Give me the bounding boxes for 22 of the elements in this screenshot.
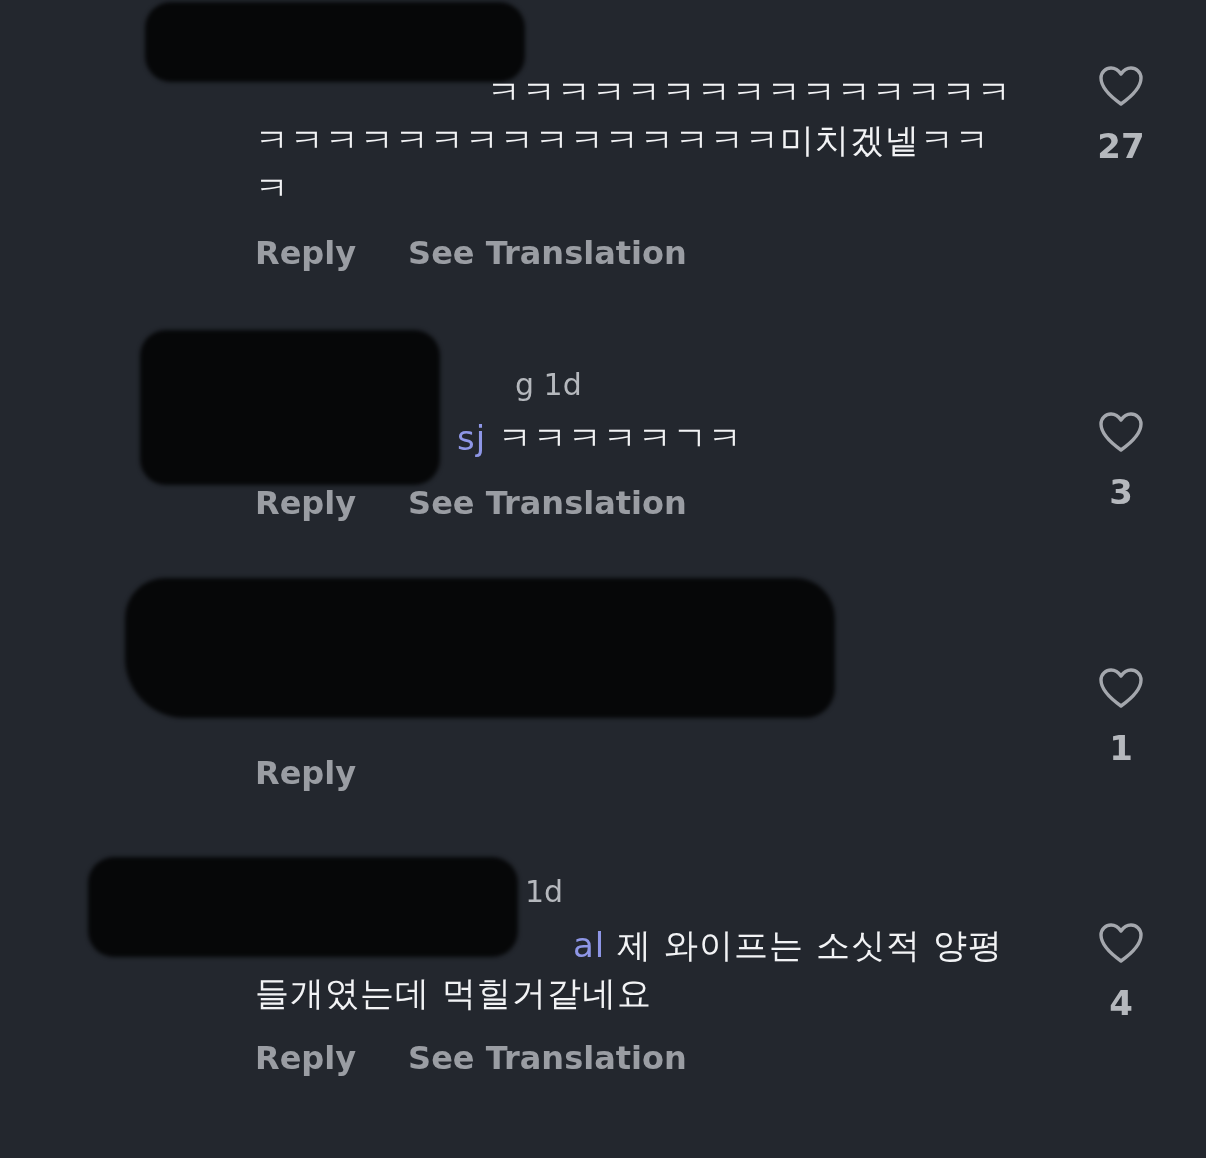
reply-button[interactable]: Reply	[255, 1039, 357, 1077]
comment-text: ㅋㅋㅋㅋㅋㅋㅋㅋㅋㅋㅋㅋㅋㅋㅋㅋㅋㅋㅋㅋㅋㅋㅋㅋㅋㅋㅋㅋㅋㅋ미치겠넽ㅋㅋㅋ	[255, 71, 1013, 210]
translation-button[interactable]: See Translation	[408, 484, 687, 522]
heart-icon[interactable]	[1097, 666, 1145, 710]
heart-icon[interactable]	[1097, 410, 1145, 454]
timestamp: 1d	[525, 873, 564, 909]
like-count: 1	[1109, 728, 1133, 768]
translation-button[interactable]: See Translation	[408, 1039, 687, 1077]
reply-button[interactable]: Reply	[255, 484, 357, 522]
reply-button[interactable]: Reply	[255, 234, 357, 272]
like-count: 27	[1097, 126, 1145, 166]
translation-button[interactable]: See Translation	[408, 234, 687, 272]
comment-text: al 제 와이프는 소싯적 양평 들개였는데 먹힐거같네요	[255, 924, 1004, 1015]
reply-button[interactable]: Reply	[255, 754, 357, 792]
timestamp: g 1d	[515, 366, 582, 402]
mention-link[interactable]: al	[573, 925, 606, 965]
mention-link[interactable]: sj	[457, 418, 487, 458]
comment-text: sj ㅋㅋㅋㅋㅋㄱㅋ	[456, 417, 744, 460]
like-count: 3	[1109, 472, 1133, 512]
heart-icon[interactable]	[1097, 921, 1145, 965]
heart-icon[interactable]	[1097, 64, 1145, 108]
like-count: 4	[1109, 983, 1133, 1023]
